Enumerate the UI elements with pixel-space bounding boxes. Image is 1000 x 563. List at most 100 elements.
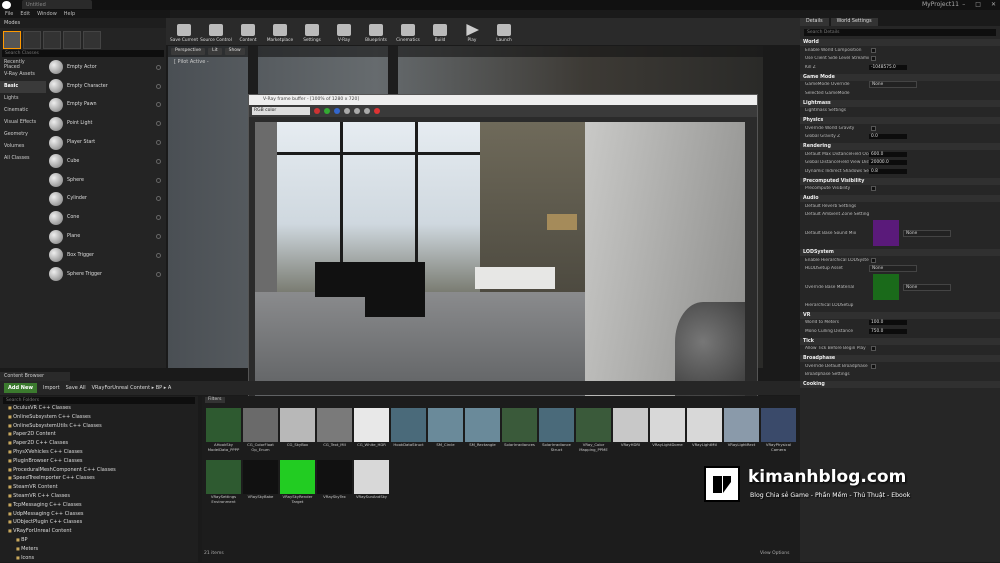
asset-tile[interactable]: SM_Circle — [428, 408, 463, 448]
property-value-input[interactable]: 20000.0 — [869, 160, 907, 166]
asset-tile[interactable]: SolarIrradiances — [502, 408, 537, 448]
paint-mode-icon[interactable] — [23, 31, 41, 49]
asset-tile[interactable]: SolarIrradiance Struct — [539, 408, 574, 453]
list-item[interactable]: Cylinder — [47, 190, 164, 209]
list-item[interactable]: Empty Character — [47, 77, 164, 96]
details-section-header[interactable]: Rendering — [800, 143, 1000, 150]
asset-tile[interactable]: VRaySkyBake — [243, 460, 278, 500]
category-item[interactable]: Cinematic — [0, 105, 46, 117]
save-image-icon[interactable] — [344, 108, 350, 114]
details-section-header[interactable]: Game Mode — [800, 73, 1000, 81]
property-checkbox[interactable] — [871, 346, 876, 352]
source-control-button[interactable]: Source Control — [200, 18, 232, 45]
folder-node[interactable]: SteamVR Content — [0, 484, 198, 493]
level-tab[interactable]: Untitled — [22, 0, 92, 9]
asset-swatch[interactable] — [873, 220, 899, 246]
property-value-input[interactable]: 0.0 — [869, 134, 907, 140]
blue-channel-icon[interactable] — [334, 108, 340, 114]
region-render-icon[interactable] — [364, 108, 370, 114]
search-folders-input[interactable]: Search Folders — [3, 397, 195, 404]
folder-node[interactable]: PhysXVehicles C++ Classes — [0, 449, 198, 458]
save-current-button[interactable]: Save Current — [168, 18, 200, 45]
list-item[interactable]: Point Light — [47, 114, 164, 133]
breadcrumb-item[interactable]: VRayForUnreal Content — [92, 385, 150, 391]
filters-button[interactable]: Filters — [205, 397, 225, 403]
clear-image-icon[interactable] — [354, 108, 360, 114]
details-section-header[interactable]: Broadphase — [800, 355, 1000, 362]
folder-node[interactable]: SpeedTreeImporter C++ Classes — [0, 475, 198, 484]
list-item[interactable]: Empty Actor — [47, 58, 164, 77]
category-item[interactable]: Recently Placed — [0, 57, 46, 70]
show-button[interactable]: Show — [224, 48, 245, 55]
menu-window[interactable]: Window — [37, 11, 57, 17]
content-browser-tab[interactable]: Content Browser — [0, 372, 70, 381]
vray-button[interactable]: V-Ray — [328, 18, 360, 45]
property-dropdown[interactable]: None — [869, 81, 917, 89]
geometry-mode-icon[interactable] — [83, 31, 101, 49]
property-value-input[interactable]: 100.0 — [869, 320, 907, 326]
folder-node[interactable]: OnlineSubsystemUtils C++ Classes — [0, 423, 198, 432]
asset-tile[interactable]: VRaySunAndSky — [354, 460, 389, 500]
category-item[interactable]: V-Ray Assets — [0, 69, 46, 81]
asset-tile[interactable]: VRay_Color Mapping_PPME — [576, 408, 611, 453]
folder-node[interactable]: ProceduralMeshComponent C++ Classes — [0, 467, 198, 476]
tab-details[interactable]: Details — [800, 18, 829, 26]
property-dropdown[interactable]: None — [903, 229, 951, 237]
build-button[interactable]: Build — [424, 18, 456, 45]
blueprints-button[interactable]: Blueprints — [360, 18, 392, 45]
asset-tile[interactable]: CG_ColorFloat Op_Enum — [243, 408, 278, 453]
asset-tile[interactable]: VRaySettings Environment — [206, 460, 241, 505]
red-channel-icon[interactable] — [314, 108, 320, 114]
category-item[interactable]: Basic — [0, 81, 46, 93]
channel-select[interactable]: RGB color — [252, 107, 310, 115]
folder-node[interactable]: OnlineSubsystem C++ Classes — [0, 414, 198, 423]
launch-button[interactable]: Launch — [488, 18, 520, 45]
folder-node[interactable]: Paper2D Content — [0, 431, 198, 440]
minimize-icon[interactable]: – — [962, 1, 965, 8]
property-checkbox[interactable] — [871, 363, 876, 369]
vray-frame-buffer[interactable]: V-Ray frame buffer - [100% of 1280 x 720… — [248, 94, 758, 412]
property-value-input[interactable]: 750.0 — [869, 328, 907, 334]
play-button[interactable]: Play — [456, 18, 488, 45]
details-section-header[interactable]: VR — [800, 311, 1000, 319]
folder-node[interactable]: UObjectPlugin C++ Classes — [0, 519, 198, 528]
add-new-button[interactable]: Add New — [4, 383, 37, 393]
list-item[interactable]: Sphere Trigger — [47, 265, 164, 284]
asset-tile[interactable]: SM_Rectangle — [465, 408, 500, 448]
details-section-header[interactable]: Lightmass — [800, 99, 1000, 107]
asset-tile[interactable]: VRayLightDome — [650, 408, 685, 448]
tab-world-settings[interactable]: World Settings — [830, 18, 878, 26]
settings-button[interactable]: Settings — [296, 18, 328, 45]
list-item[interactable]: Box Trigger — [47, 246, 164, 265]
asset-tile[interactable]: HookDataStruct — [391, 408, 426, 448]
asset-tile[interactable]: VRaySkyTex — [317, 460, 352, 500]
foliage-mode-icon[interactable] — [63, 31, 81, 49]
folder-node[interactable]: Paper2D C++ Classes — [0, 440, 198, 449]
category-item[interactable]: Volumes — [0, 141, 46, 153]
list-item[interactable]: Cone — [47, 208, 164, 227]
property-checkbox[interactable] — [871, 47, 876, 53]
folder-node[interactable]: BP — [0, 537, 198, 546]
list-item[interactable]: Player Start — [47, 133, 164, 152]
cinematics-button[interactable]: Cinematics — [392, 18, 424, 45]
folder-node[interactable]: PluginBrowser C++ Classes — [0, 458, 198, 467]
property-checkbox[interactable] — [871, 125, 876, 131]
asset-tile[interactable]: CG_White_HDR — [354, 408, 389, 448]
folder-node[interactable]: VRayForUnreal Content — [0, 528, 198, 537]
details-section-header[interactable]: Cooking — [800, 381, 1000, 388]
lit-button[interactable]: Lit — [208, 48, 222, 55]
details-section-header[interactable]: Physics — [800, 117, 1000, 124]
menu-file[interactable]: File — [5, 11, 13, 17]
marketplace-button[interactable]: Marketplace — [264, 18, 296, 45]
property-value-input[interactable]: 0.8 — [869, 168, 907, 174]
details-section-header[interactable]: Audio — [800, 195, 1000, 202]
property-dropdown[interactable]: None — [869, 265, 917, 273]
maximize-icon[interactable]: □ — [975, 1, 981, 8]
asset-tile[interactable]: VRaySkyRender Target — [280, 460, 315, 505]
perspective-button[interactable]: Perspective — [171, 48, 206, 55]
list-item[interactable]: Cube — [47, 152, 164, 171]
place-mode-icon[interactable] — [3, 31, 21, 49]
asset-tile[interactable]: VRayLightRect — [724, 408, 759, 448]
modes-tab[interactable]: Modes — [0, 18, 166, 28]
folder-node[interactable]: UdpMessaging C++ Classes — [0, 511, 198, 520]
